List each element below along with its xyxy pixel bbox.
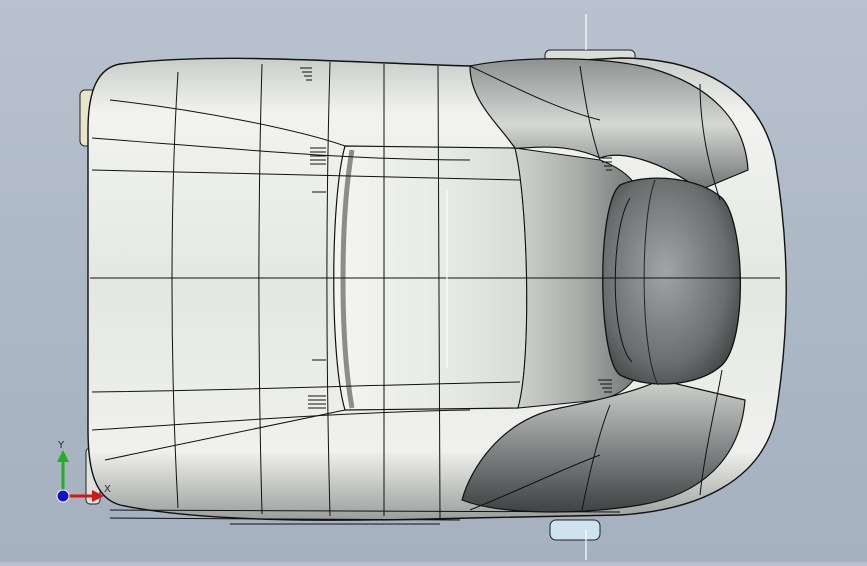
graphics-viewport[interactable] bbox=[0, 0, 867, 562]
coordinate-triad: Y X bbox=[44, 436, 114, 508]
seat-model[interactable] bbox=[0, 0, 867, 562]
y-axis-head bbox=[57, 450, 69, 462]
bottom-tab bbox=[549, 519, 601, 541]
headrest bbox=[602, 177, 742, 385]
x-axis-head bbox=[92, 490, 104, 502]
y-axis-label: Y bbox=[57, 440, 65, 451]
x-axis-label: X bbox=[104, 484, 111, 495]
z-axis-dot bbox=[56, 489, 70, 503]
